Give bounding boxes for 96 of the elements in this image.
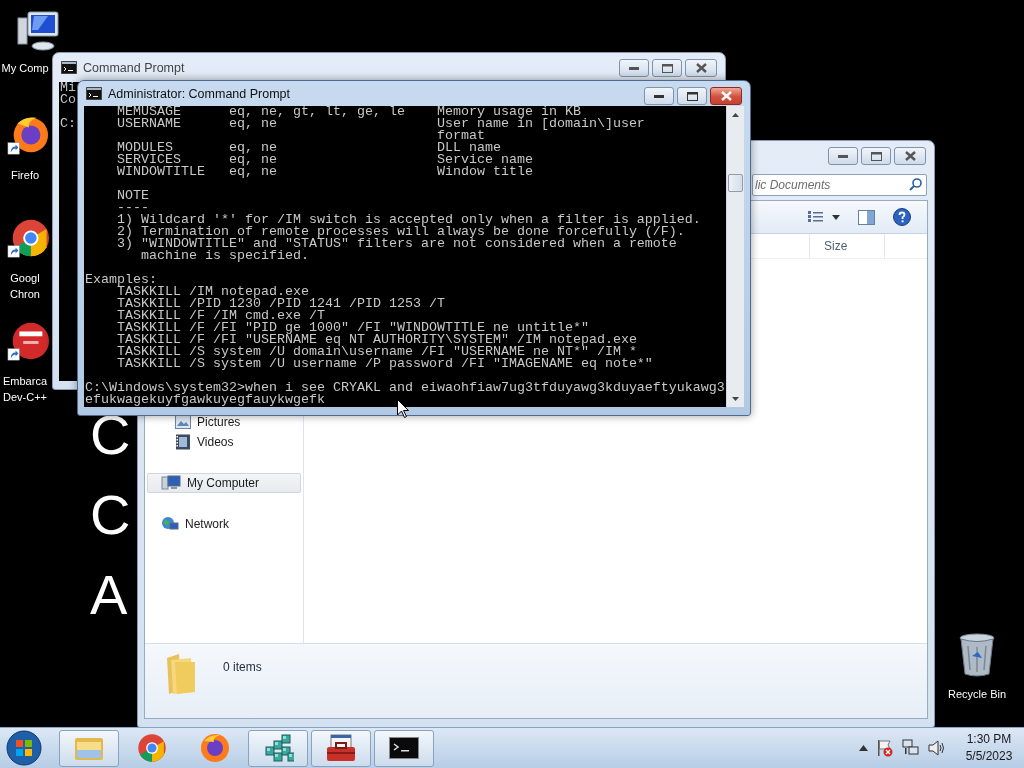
chrome-icon	[137, 733, 167, 763]
nav-label: My Computer	[187, 476, 260, 490]
views-icon	[808, 210, 824, 224]
clock-time: 1:30 PM	[966, 731, 1012, 748]
network-icon[interactable]	[902, 739, 920, 757]
minimize-button[interactable]	[828, 147, 858, 165]
maximize-button[interactable]	[861, 147, 891, 165]
console-line: Co	[60, 94, 76, 106]
console-line: SERVICES eq, ne Service name	[116, 154, 533, 166]
recycle-bin-icon[interactable]	[958, 632, 996, 678]
console-line: 2) Termination of remote processes will always be done forcefully (/F).	[116, 226, 685, 238]
toolbox-icon	[325, 733, 357, 763]
computer-icon[interactable]	[14, 10, 60, 52]
film-icon	[175, 434, 191, 450]
console-line: TASKKILL /PID 1230 /PID 1241 /PID 1253 /T	[116, 298, 445, 310]
maximize-icon	[661, 63, 673, 73]
nav-item[interactable]: Videos	[147, 432, 301, 452]
help-button[interactable]	[891, 206, 913, 228]
help-icon	[893, 208, 911, 226]
scroll-thumb[interactable]	[728, 174, 743, 192]
console-line: NOTE	[116, 190, 149, 202]
caret-icon	[832, 214, 840, 220]
preview-pane-button[interactable]	[856, 207, 877, 227]
console-line: TASKKILL /S system /U username /P password /FI "IMAGENAME eq note*"	[116, 358, 653, 370]
column-header[interactable]: Size	[809, 234, 885, 258]
taskbar-button[interactable]	[311, 729, 371, 767]
console-line: Examples:	[85, 274, 157, 286]
scroll-up-icon[interactable]	[732, 112, 739, 117]
nav-label: Pictures	[197, 415, 241, 429]
cubes-icon	[262, 733, 294, 763]
maximize-button[interactable]	[677, 87, 707, 105]
close-button[interactable]	[685, 59, 717, 77]
close-icon	[695, 63, 707, 73]
console-line: 1) Wildcard '*' for /IM switch is accepted only when a filter is applied.	[116, 214, 701, 226]
show-hidden-icons-icon[interactable]	[859, 745, 868, 751]
windows-orb-icon	[6, 730, 42, 766]
wallpaper-text: A	[90, 565, 129, 625]
close-button[interactable]	[710, 87, 742, 105]
wallpaper-text: C	[90, 405, 131, 465]
maximize-icon	[686, 91, 698, 101]
close-icon	[720, 91, 732, 101]
desktop-icon-label[interactable]: Embarca Dev-C++	[0, 373, 50, 405]
minimize-button[interactable]	[619, 59, 649, 77]
maximize-button[interactable]	[652, 59, 682, 77]
firefox-icon	[200, 733, 230, 763]
close-button[interactable]	[894, 147, 926, 165]
computer-icon	[161, 475, 181, 491]
preview-pane-icon	[858, 209, 875, 225]
network-icon	[161, 516, 179, 532]
wallpaper-text: C	[90, 485, 131, 545]
console-line: TASKKILL /IM notepad.exe	[117, 286, 309, 298]
console-line: TASKKILL /S system /U domain\username /FI "USERNAME ne NT*" /IM *	[116, 346, 637, 358]
nav-item[interactable]: Network	[147, 514, 301, 534]
desktop-icon-label[interactable]: Googl Chron	[0, 270, 50, 302]
desktop-icon-label[interactable]: My Comp	[0, 60, 50, 76]
console-line: WINDOWTITLE eq, ne Window title	[116, 166, 533, 178]
minimize-icon	[654, 94, 664, 98]
maximize-icon	[870, 151, 882, 161]
speaker-icon[interactable]	[928, 739, 946, 757]
flag-icon[interactable]	[876, 739, 894, 757]
console-icon	[389, 737, 419, 759]
clock-date: 5/5/2023	[965, 748, 1013, 765]
search-icon[interactable]	[909, 178, 922, 191]
console-line: MODULES eq, ne DLL name	[116, 142, 501, 154]
console-icon	[86, 87, 102, 100]
console-line: Mi	[60, 82, 76, 94]
item-count: 0 items	[223, 660, 262, 674]
taskbar-button[interactable]	[374, 729, 434, 767]
nav-label: Videos	[197, 435, 234, 449]
nav-label: Network	[185, 517, 229, 531]
nav-item[interactable]: My Computer	[147, 473, 301, 493]
minimize-button[interactable]	[644, 87, 674, 105]
window-title: Command Prompt	[83, 60, 186, 75]
console-line: TASKKILL /F /FI "PID ge 1000" /FI "WINDOWTITLE ne untitle*"	[116, 322, 589, 334]
console-line: efukwagekuyfgawkuyegfauykwgefk	[85, 394, 325, 406]
desktop-icon-label[interactable]: Firefo	[0, 167, 50, 183]
close-icon	[904, 151, 916, 161]
scrollbar[interactable]	[726, 106, 744, 407]
console-line: TASKKILL /F /IM cmd.exe /T	[116, 310, 325, 322]
console-line: USERNAME eq, ne User name in [domain\]user	[116, 118, 645, 130]
console-line: ----	[116, 202, 149, 214]
desktop-icon-label[interactable]: Recycle Bin	[940, 686, 1014, 702]
console-line: format	[435, 130, 485, 142]
console-icon	[61, 61, 77, 74]
clock[interactable]: 1:30 PM 5/5/2023	[964, 731, 1014, 765]
minimize-icon	[838, 154, 848, 158]
console-line: TASKKILL /F /FI "USERNAME eq NT AUTHORITY\SYSTEM" /IM notepad.exe	[116, 334, 637, 346]
search-field[interactable]: lic Documents	[752, 174, 927, 196]
console-line: C:\Windows\system32>when i see CRYAKL and eiwaohfiaw7ug3tfduyawg3kduyaeftyukawg3	[85, 382, 725, 394]
scroll-down-icon[interactable]	[732, 396, 739, 401]
console-line: 3) "WINDOWTITLE" and "STATUS" filters are not considered when a remote	[116, 238, 677, 250]
console-line: MEMUSAGE eq, ne, gt, lt, ge, le Memory usage in KB	[116, 106, 581, 118]
console-line: C:	[60, 118, 76, 130]
console-line: machine is specified.	[140, 250, 309, 262]
window-title: Administrator: Command Prompt	[108, 86, 291, 101]
minimize-icon	[629, 66, 639, 70]
